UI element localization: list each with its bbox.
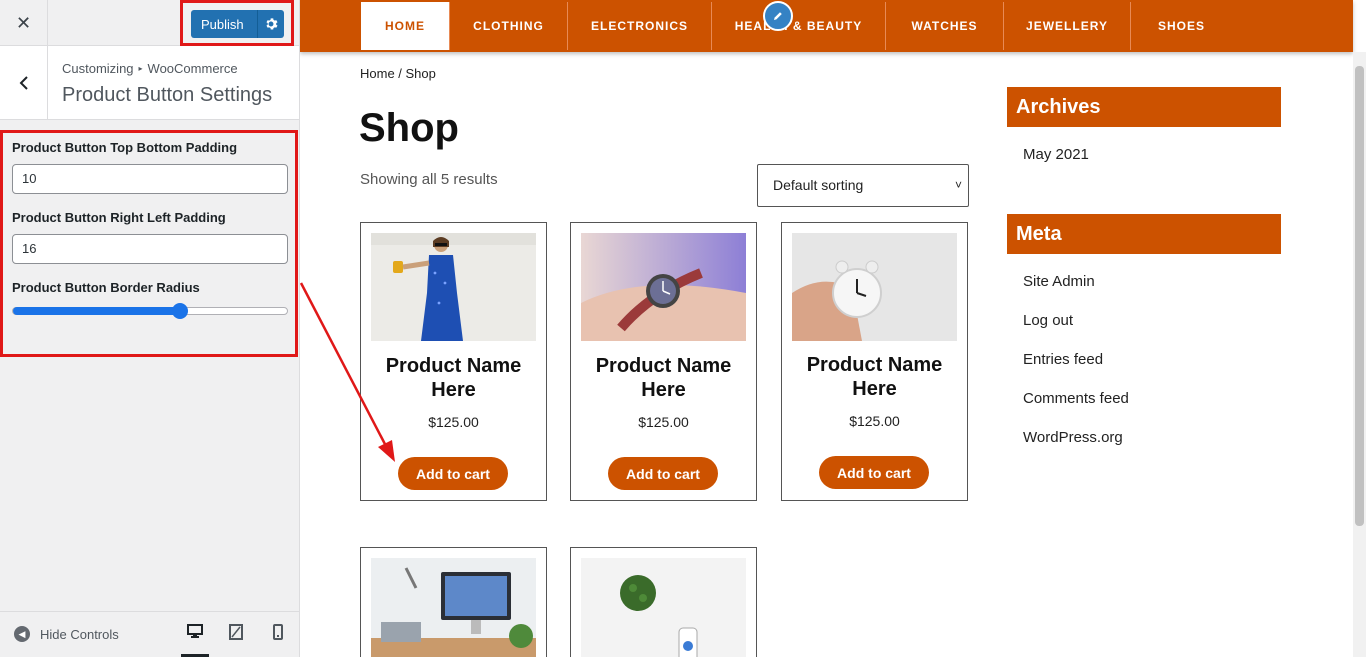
nav-item-health-beauty[interactable]: HEALTH & BEAUTY xyxy=(712,2,886,50)
add-to-cart-button[interactable]: Add to cart xyxy=(819,456,929,489)
product-name[interactable]: Product Name Here xyxy=(361,354,546,402)
add-to-cart-button[interactable]: Add to cart xyxy=(398,457,508,490)
meta-link-entries-feed[interactable]: Entries feed xyxy=(1023,351,1103,368)
sort-selected-value: Default sorting xyxy=(773,177,864,193)
right-left-padding-label: Product Button Right Left Padding xyxy=(12,210,226,225)
customizer-sidebar: ✕ Publish Customizing ▸ WooCommerce Prod… xyxy=(0,0,300,657)
pencil-icon xyxy=(774,12,782,20)
meta-link-wordpress-org[interactable]: WordPress.org xyxy=(1023,429,1123,446)
product-card: Product Name Here $125.00 Add to cart xyxy=(570,222,757,501)
top-bottom-padding-input[interactable]: 10 xyxy=(12,164,288,194)
product-card xyxy=(570,547,757,657)
product-image-clock[interactable] xyxy=(792,233,957,341)
crumb-woocommerce: WooCommerce xyxy=(147,61,238,76)
nav-item-home[interactable]: HOME xyxy=(361,2,450,50)
close-icon: ✕ xyxy=(15,12,32,33)
chevron-down-icon: ˅ xyxy=(954,178,962,192)
sidebar-header: ✕ Publish xyxy=(0,0,299,46)
publish-highlight-box: Publish xyxy=(180,0,294,46)
archive-link[interactable]: May 2021 xyxy=(1023,146,1089,163)
product-price: $125.00 xyxy=(638,414,689,430)
desktop-icon xyxy=(187,624,203,638)
archives-widget-title: Archives xyxy=(1007,87,1281,127)
hide-controls-label: Hide Controls xyxy=(40,626,119,642)
main-navigation: HOME CLOTHING ELECTRONICS HEALTH & BEAUT… xyxy=(300,0,1353,52)
product-image-desk[interactable] xyxy=(371,558,536,657)
desktop-preview-button[interactable] xyxy=(181,624,209,657)
nav-item-clothing[interactable]: CLOTHING xyxy=(450,2,568,50)
border-radius-slider-fill xyxy=(13,307,181,315)
back-button[interactable] xyxy=(0,46,48,119)
site-preview: HOME CLOTHING ELECTRONICS HEALTH & BEAUT… xyxy=(300,0,1366,657)
result-count: Showing all 5 results xyxy=(360,171,498,188)
nav-item-jewellery[interactable]: JEWELLERY xyxy=(1004,2,1131,50)
page-title: Shop xyxy=(359,106,459,150)
product-card: Product Name Here $125.00 Add to cart xyxy=(781,222,968,501)
chevron-left-icon xyxy=(19,75,28,90)
controls-highlight-box: Product Button Top Bottom Padding 10 Pro… xyxy=(0,130,298,357)
hide-controls-button[interactable]: ◀ Hide Controls xyxy=(14,626,119,642)
section-title: Product Button Settings xyxy=(62,84,273,106)
meta-link-log-out[interactable]: Log out xyxy=(1023,312,1073,329)
border-radius-label: Product Button Border Radius xyxy=(12,280,200,295)
top-bottom-padding-label: Product Button Top Bottom Padding xyxy=(12,140,238,155)
meta-link-site-admin[interactable]: Site Admin xyxy=(1023,273,1095,290)
scrollbar-thumb[interactable] xyxy=(1355,66,1364,526)
customizer-window: ✕ Publish Customizing ▸ WooCommerce Prod… xyxy=(0,0,1366,657)
mobile-icon xyxy=(273,624,283,640)
product-price: $125.00 xyxy=(849,413,900,429)
tablet-icon xyxy=(229,624,243,640)
crumb-separator-icon: ▸ xyxy=(138,64,143,73)
product-card xyxy=(360,547,547,657)
edit-shortcut-button[interactable] xyxy=(763,1,793,31)
publish-settings-button[interactable] xyxy=(257,10,284,38)
product-name[interactable]: Product Name Here xyxy=(571,354,756,402)
close-button[interactable]: ✕ xyxy=(0,0,48,46)
product-card: Product Name Here $125.00 Add to cart xyxy=(360,222,547,501)
publish-label: Publish xyxy=(201,16,244,32)
product-image-woman[interactable] xyxy=(371,233,536,341)
product-price: $125.00 xyxy=(428,414,479,430)
collapse-icon: ◀ xyxy=(14,626,30,642)
meta-link-comments-feed[interactable]: Comments feed xyxy=(1023,390,1129,407)
nav-item-watches[interactable]: WATCHES xyxy=(886,2,1004,50)
crumb-customizing: Customizing xyxy=(62,61,134,76)
border-radius-slider[interactable] xyxy=(12,303,288,319)
tablet-preview-button[interactable] xyxy=(222,624,250,657)
gear-icon xyxy=(266,18,278,30)
product-image-watch[interactable] xyxy=(581,233,746,341)
right-left-padding-input[interactable]: 16 xyxy=(12,234,288,264)
nav-item-electronics[interactable]: ELECTRONICS xyxy=(568,2,712,50)
shop-breadcrumb: Home / Shop xyxy=(360,66,436,81)
sort-select[interactable]: Default sorting ˅ xyxy=(757,164,969,207)
section-header: Customizing ▸ WooCommerce Product Button S… xyxy=(0,46,299,120)
sidebar-footer: ◀ Hide Controls xyxy=(0,611,299,657)
add-to-cart-button[interactable]: Add to cart xyxy=(608,457,718,490)
mobile-preview-button[interactable] xyxy=(264,624,292,657)
product-name[interactable]: Product Name Here xyxy=(782,353,967,401)
preview-scrollbar[interactable] xyxy=(1353,52,1366,657)
product-image-plant[interactable] xyxy=(581,558,746,657)
nav-item-shoes[interactable]: SHOES xyxy=(1131,2,1232,50)
publish-button[interactable]: Publish xyxy=(191,10,284,38)
border-radius-slider-handle[interactable] xyxy=(172,303,189,319)
meta-widget-title: Meta xyxy=(1007,214,1281,254)
customizer-breadcrumb: Customizing ▸ WooCommerce xyxy=(62,61,238,76)
